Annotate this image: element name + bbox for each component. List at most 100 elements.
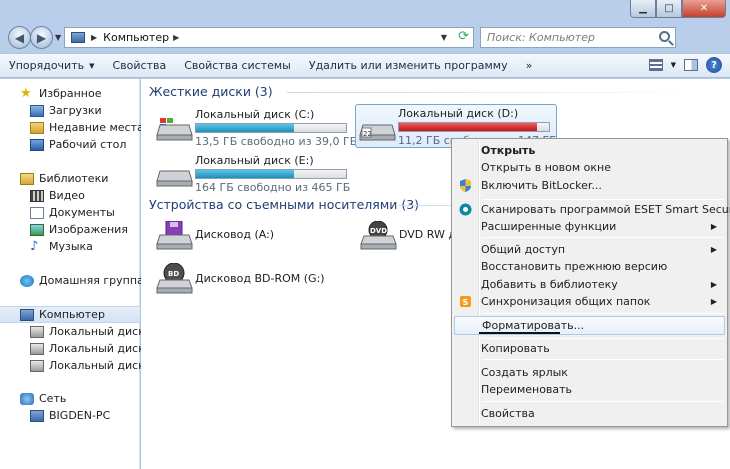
caret-down-icon: ▼ [89, 61, 95, 70]
forward-button[interactable]: ▶ [30, 26, 53, 49]
menu-item-share[interactable]: Общий доступ ▶ [454, 241, 725, 258]
shield-icon [460, 179, 471, 192]
close-button[interactable]: ✕ [682, 0, 726, 18]
network-icon [20, 392, 34, 405]
homegroup-icon [20, 274, 34, 287]
search-placeholder[interactable]: Поиск: Компьютер [487, 31, 595, 44]
refresh-icon[interactable]: ⟳ [458, 29, 469, 44]
menu-item-label: Форматировать... [482, 319, 585, 332]
sidebar-item-label: Домашняя группа [39, 274, 144, 287]
drive-name: Дисковод BD-ROM (G:) [195, 272, 325, 285]
dvd-drive-icon: DVD [360, 221, 397, 250]
chevron-right-icon[interactable]: ▶ [91, 33, 97, 42]
downloads-folder-icon [30, 104, 44, 117]
menu-item-label: Создать ярлык [481, 366, 568, 379]
sidebar-item-label: Изображения [49, 223, 128, 236]
menu-separator [482, 359, 724, 360]
back-button[interactable]: ◀ [8, 26, 31, 49]
menu-item-copy[interactable]: Копировать [454, 340, 725, 357]
floppy-drive-icon [156, 221, 193, 250]
menu-item-properties[interactable]: Свойства [454, 405, 725, 422]
sidebar-item-network[interactable]: Сеть [20, 390, 160, 407]
sidebar-item-favorites[interactable]: ★ Избранное [20, 85, 160, 102]
sidebar-item-label: Библиотеки [39, 172, 109, 185]
menu-item-label: Общий доступ [481, 243, 566, 256]
search-input[interactable]: Поиск: Компьютер [480, 27, 676, 48]
context-menu: Открыть Открыть в новом окне Включить Bi… [451, 138, 730, 427]
windows-drive-icon [156, 118, 193, 141]
menu-item-label: Свойства [481, 407, 535, 420]
search-icon[interactable] [659, 31, 670, 42]
menu-item-open-new-window[interactable]: Открыть в новом окне [454, 159, 725, 176]
computer-icon [71, 32, 85, 43]
address-path[interactable]: Компьютер [103, 31, 169, 44]
drive-a[interactable]: Дисковод (A:) [153, 217, 353, 257]
sidebar-item-libraries[interactable]: Библиотеки [20, 170, 160, 187]
help-icon[interactable]: ? [706, 57, 722, 73]
drive-bd[interactable]: BD Дисковод BD-ROM (G:) [153, 261, 353, 301]
menu-item-label: Переименовать [481, 383, 573, 396]
explorer-window: ▁ □ ✕ ◀ ▶ ▼ ▶ Компьютер ▶ ▼ ⟳ Поиск: Ком… [0, 0, 730, 469]
menu-item-sync[interactable]: S Синхронизация общих папок ▶ [454, 293, 725, 310]
group-hard-disks[interactable]: Жесткие диски (3) [149, 84, 273, 99]
menu-item-label: Открыть в новом окне [481, 161, 612, 174]
properties-button[interactable]: Свойства [104, 54, 176, 77]
menu-item-bitlocker[interactable]: Включить BitLocker... [454, 177, 725, 194]
group-divider [287, 92, 707, 93]
svg-text:DVD: DVD [370, 227, 387, 235]
drive-free-space: 13,5 ГБ свободно из 39,0 ГБ [195, 135, 358, 148]
chevron-right-icon[interactable]: ▶ [173, 33, 179, 42]
drive-name: Локальный диск (E:) [195, 154, 314, 167]
uninstall-program-button[interactable]: Удалить или изменить программу [300, 54, 517, 77]
address-dropdown-icon[interactable]: ▼ [441, 33, 447, 42]
menu-item-advanced[interactable]: Расширенные функции ▶ [454, 218, 725, 235]
svg-text:S: S [463, 298, 469, 307]
menu-item-shortcut[interactable]: Создать ярлык [454, 364, 725, 381]
svg-text:22: 22 [363, 130, 372, 138]
menu-item-label: Копировать [481, 342, 550, 355]
sidebar-item-computer[interactable]: Компьютер [0, 306, 140, 323]
address-bar[interactable]: ▶ Компьютер ▶ ▼ ⟳ [64, 27, 474, 48]
caret-down-icon[interactable]: ▼ [671, 61, 676, 69]
pc-icon [30, 409, 44, 422]
menu-separator [482, 313, 724, 314]
system-properties-button[interactable]: Свойства системы [175, 54, 300, 77]
menu-item-add-library[interactable]: Добавить в библиотеку ▶ [454, 276, 725, 293]
preview-pane-icon[interactable] [684, 59, 698, 71]
sidebar-item-label: Видео [49, 189, 85, 202]
submenu-arrow-icon: ▶ [710, 245, 717, 254]
menu-item-open[interactable]: Открыть [454, 142, 725, 159]
organize-button[interactable]: Упорядочить ▼ [0, 54, 104, 77]
desktop-icon [30, 138, 44, 151]
menu-item-eset-scan[interactable]: Сканировать программой ESET Smart Securi… [454, 201, 730, 218]
drive-name: Локальный диск (D:) [398, 107, 519, 120]
menu-item-restore[interactable]: Восстановить прежнюю версию [454, 258, 725, 275]
sidebar-item-label: Недавние места [49, 121, 144, 134]
more-commands-button[interactable]: » [517, 54, 542, 77]
sync-icon: S [460, 296, 471, 307]
sidebar-item-label: Загрузки [49, 104, 102, 117]
sidebar-item-label: Документы [49, 206, 115, 219]
sidebar-item-label: Избранное [39, 87, 102, 100]
menu-item-label: Сканировать программой ESET Smart Securi… [481, 203, 730, 216]
drive-dvd[interactable]: DVD DVD RW ди [357, 217, 463, 257]
bd-drive-icon: BD [156, 263, 193, 294]
star-icon: ★ [20, 86, 32, 101]
drive-usage-bar [195, 123, 347, 133]
sidebar-item-label: Компьютер [39, 308, 105, 321]
menu-item-rename[interactable]: Переименовать [454, 381, 725, 398]
minimize-button[interactable]: ▁ [630, 0, 656, 18]
drive-e[interactable]: Локальный диск (E:) 164 ГБ свободно из 4… [153, 151, 353, 195]
drive-free-space: 164 ГБ свободно из 465 ГБ [195, 181, 351, 194]
hard-drive-icon [156, 170, 193, 187]
video-icon [30, 189, 44, 202]
images-icon [30, 223, 44, 236]
sidebar-item-homegroup[interactable]: Домашняя группа [20, 272, 160, 289]
change-view-icon[interactable] [648, 59, 663, 71]
drive-c[interactable]: Локальный диск (C:) 13,5 ГБ свободно из … [153, 105, 357, 149]
group-removable[interactable]: Устройства со съемными носителями (3) [149, 197, 419, 212]
sidebar-item-label: Музыка [49, 240, 93, 253]
menu-separator [482, 401, 724, 402]
maximize-button[interactable]: □ [656, 0, 682, 18]
recent-pages-dropdown[interactable]: ▼ [55, 33, 61, 42]
